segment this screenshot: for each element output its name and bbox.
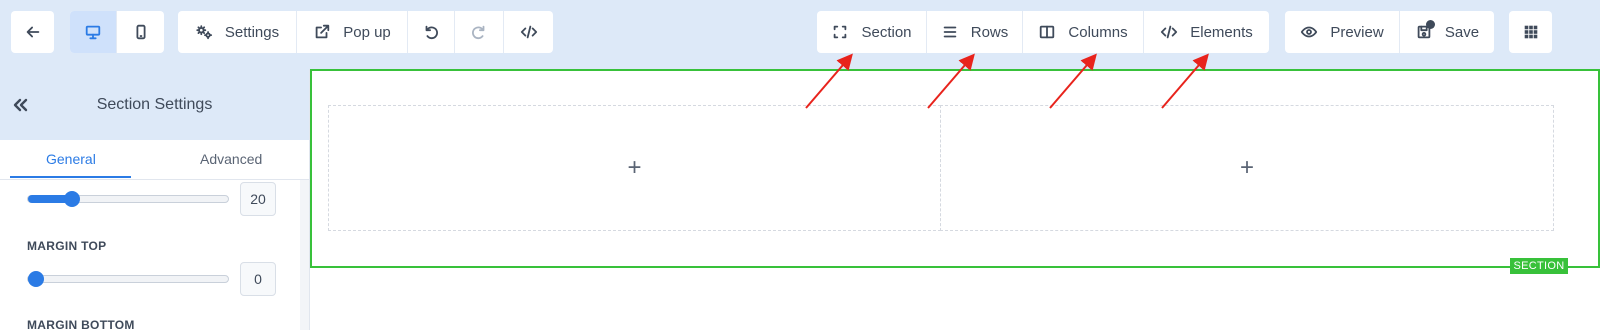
editor-tools-group: Settings Pop up — [178, 11, 553, 53]
eye-icon — [1301, 26, 1318, 38]
margin-top-slider[interactable] — [27, 271, 229, 287]
sidebar-scrollbar[interactable] — [300, 180, 309, 330]
desktop-view-button[interactable] — [70, 11, 117, 53]
section-label: Section — [861, 23, 912, 41]
add-element-icon[interactable]: + — [1240, 156, 1254, 180]
desktop-icon — [85, 25, 101, 40]
sidebar-header: Section Settings — [0, 69, 309, 140]
popup-label: Pop up — [343, 23, 391, 41]
add-element-icon[interactable]: + — [627, 156, 641, 180]
columns-icon — [1040, 25, 1055, 39]
section-button[interactable]: Section — [817, 11, 927, 53]
margin-top-slider-thumb[interactable] — [28, 271, 44, 287]
code-view-button[interactable] — [504, 11, 553, 53]
save-button[interactable]: Save — [1400, 11, 1494, 53]
padding-value-input[interactable]: 20 — [240, 182, 276, 216]
padding-slider[interactable] — [27, 191, 229, 207]
apps-group — [1509, 11, 1552, 53]
rows-icon — [943, 26, 957, 38]
elements-button[interactable]: Elements — [1144, 11, 1269, 53]
elements-label: Elements — [1190, 23, 1253, 41]
rows-button[interactable]: Rows — [927, 11, 1023, 53]
tab-advanced[interactable]: Advanced — [200, 151, 262, 167]
column-right[interactable]: + — [940, 105, 1554, 231]
redo-icon — [472, 25, 485, 40]
tab-general[interactable]: General — [46, 151, 96, 167]
settings-button[interactable]: Settings — [178, 11, 297, 53]
code-icon — [1161, 25, 1178, 39]
mobile-view-button[interactable] — [117, 11, 164, 53]
apps-grid-button[interactable] — [1509, 11, 1552, 53]
margin-top-label: MARGIN TOP — [27, 239, 107, 253]
settings-label: Settings — [224, 23, 280, 41]
redo-button[interactable] — [455, 11, 504, 53]
mobile-icon — [136, 24, 145, 40]
columns-button[interactable]: Columns — [1023, 11, 1144, 53]
sidebar-tabs: General Advanced — [0, 140, 309, 180]
preview-label: Preview — [1330, 23, 1384, 41]
column-left[interactable]: + — [328, 105, 941, 231]
structure-tools-group: Section Rows Columns Elements — [817, 11, 1269, 53]
save-label: Save — [1444, 23, 1480, 41]
external-link-icon — [315, 24, 330, 39]
publish-group: Preview Save — [1285, 11, 1494, 53]
back-button[interactable] — [11, 11, 54, 53]
back-arrow-icon — [26, 26, 39, 38]
columns-label: Columns — [1068, 23, 1128, 41]
unsaved-indicator — [1426, 20, 1435, 29]
settings-sidebar: Section Settings General Advanced 20 MAR… — [0, 69, 310, 330]
undo-icon — [425, 25, 438, 40]
top-toolbar: Settings Pop up Section Rows Columns Ele… — [0, 0, 1600, 69]
margin-bottom-label: MARGIN BOTTOM — [27, 318, 135, 330]
padding-slider-thumb[interactable] — [64, 191, 80, 207]
gears-icon — [196, 25, 212, 40]
grid-icon — [1524, 25, 1537, 39]
device-switcher — [70, 11, 164, 53]
sidebar-title: Section Settings — [96, 96, 213, 113]
margin-top-value-input[interactable]: 0 — [240, 262, 276, 296]
section-tag: SECTION — [1510, 258, 1568, 274]
preview-button[interactable]: Preview — [1285, 11, 1400, 53]
undo-button[interactable] — [408, 11, 455, 53]
back-group — [11, 11, 54, 53]
page-builder: Settings Pop up Section Rows Columns Ele… — [0, 0, 1600, 330]
active-tab-indicator — [10, 176, 131, 178]
sidebar-fields: 20 MARGIN TOP 0 MARGIN BOTTOM — [0, 180, 300, 330]
section-icon — [834, 25, 847, 39]
code-icon — [520, 25, 537, 39]
popup-button[interactable]: Pop up — [297, 11, 408, 53]
rows-label: Rows — [970, 23, 1009, 41]
